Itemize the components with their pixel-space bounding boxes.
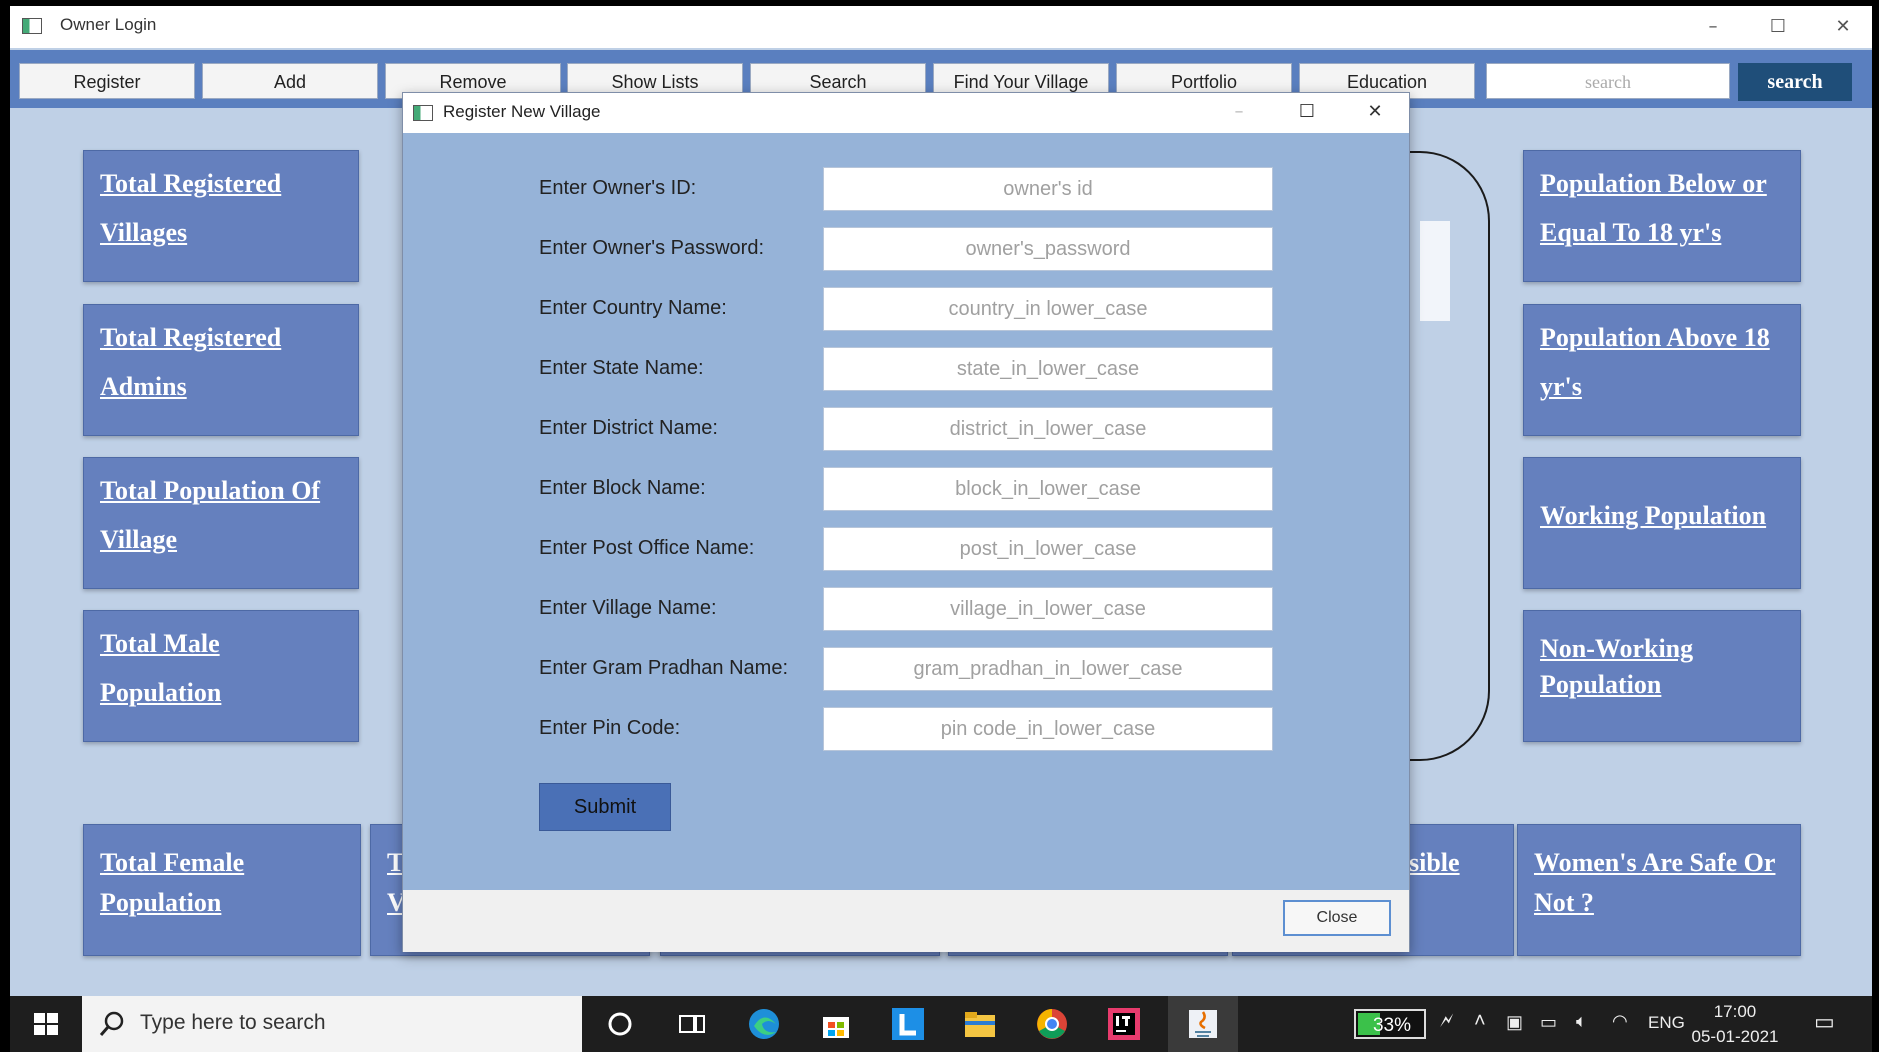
chevron-up-icon[interactable]: ˄ xyxy=(1474,1010,1486,1033)
dialog-maximize-icon[interactable]: ☐ xyxy=(1277,95,1337,129)
center-panel-box xyxy=(1420,221,1450,321)
taskbar-search-placeholder: Type here to search xyxy=(140,1011,326,1034)
pin-code-input[interactable]: pin code_in_lower_case xyxy=(823,707,1273,751)
owner-id-input[interactable]: owner's id xyxy=(823,167,1273,211)
card-label-line1: Total Population Of xyxy=(100,476,321,505)
close-icon[interactable]: ✕ xyxy=(1813,10,1872,44)
intellij-icon[interactable] xyxy=(1106,1006,1142,1042)
card-label-line1: Total Registered xyxy=(100,323,282,352)
card-total-female-population[interactable]: Total Female Population xyxy=(83,824,361,956)
card-population-below-18[interactable]: Population Below or Equal To 18 yr's xyxy=(1523,150,1801,282)
taskbar: Type here to search 33% 🗲 ˄ ▣ ▭ 🔈︎ ◠ ENG… xyxy=(10,996,1872,1052)
card-label-line2: Population xyxy=(100,678,222,707)
edge-icon[interactable] xyxy=(746,1006,782,1042)
dialog-footer: Close xyxy=(403,890,1409,952)
maximize-icon[interactable]: ☐ xyxy=(1748,10,1808,44)
card-total-male-population[interactable]: Total Male Population xyxy=(83,610,359,742)
district-name-input[interactable]: district_in_lower_case xyxy=(823,407,1273,451)
volume-icon[interactable]: 🔈︎ xyxy=(1576,1011,1587,1032)
power-plug-icon: 🗲 xyxy=(1440,1010,1454,1032)
card-label-line1: Population Above 18 xyxy=(1540,323,1770,352)
card-label-line2: Population xyxy=(100,888,222,917)
wifi-icon[interactable]: ◠ xyxy=(1612,1011,1628,1032)
dialog-app-icon xyxy=(413,105,433,121)
close-button[interactable]: Close xyxy=(1283,900,1391,936)
card-label-line1: Population Below or xyxy=(1540,169,1767,198)
block-name-label: Enter Block Name: xyxy=(539,477,706,499)
l-app-icon[interactable] xyxy=(890,1006,926,1042)
dialog-close-icon[interactable]: ✕ xyxy=(1345,95,1405,129)
owner-id-label: Enter Owner's ID: xyxy=(539,177,697,199)
card-label-line1: Total Male xyxy=(100,629,220,658)
battery-percent: 33% xyxy=(1372,1015,1412,1036)
card-non-working-population[interactable]: Non-Working Population xyxy=(1523,610,1801,742)
store-icon[interactable] xyxy=(818,1006,854,1042)
clock-time[interactable]: 17:00 xyxy=(1700,1002,1770,1022)
network-adapter-icon[interactable]: ▭ xyxy=(1540,1012,1557,1033)
search-icon xyxy=(99,1011,124,1036)
nav-register-button[interactable]: Register xyxy=(19,63,195,99)
card-label-line2: Villages xyxy=(100,218,188,247)
register-village-dialog: Register New Village – ☐ ✕ Enter Owner's… xyxy=(402,92,1410,952)
cortana-icon[interactable] xyxy=(602,1006,638,1042)
card-total-registered-admins[interactable]: Total Registered Admins xyxy=(83,304,359,436)
gram-pradhan-name-label: Enter Gram Pradhan Name: xyxy=(539,657,788,679)
country-name-input[interactable]: country_in lower_case xyxy=(823,287,1273,331)
state-name-label: Enter State Name: xyxy=(539,357,704,379)
card-label-line1: sible xyxy=(1409,848,1460,877)
post-office-name-label: Enter Post Office Name: xyxy=(539,537,755,559)
district-name-label: Enter District Name: xyxy=(539,417,718,439)
submit-button[interactable]: Submit xyxy=(539,783,671,831)
card-label-line1: Total Female xyxy=(100,848,245,877)
card-population-above-18[interactable]: Population Above 18 yr's xyxy=(1523,304,1801,436)
card-label-line2: Population xyxy=(1540,670,1662,699)
card-label-line2: Village xyxy=(100,525,178,554)
taskbar-active-app[interactable] xyxy=(1168,996,1238,1052)
language-indicator[interactable]: ENG xyxy=(1648,1013,1685,1033)
owner-password-input[interactable]: owner's_password xyxy=(823,227,1273,271)
block-name-input[interactable]: block_in_lower_case xyxy=(823,467,1273,511)
search-submit-button[interactable]: search xyxy=(1738,63,1852,101)
notification-icon[interactable]: ▭ xyxy=(1814,1009,1835,1035)
card-label-line1: Total Registered xyxy=(100,169,282,198)
app-icon xyxy=(22,18,42,34)
file-explorer-icon[interactable] xyxy=(962,1006,998,1042)
card-label-line2: Not ? xyxy=(1534,888,1594,917)
card-label-line2: yr's xyxy=(1540,372,1582,401)
card-label-line1: Non-Working xyxy=(1540,634,1694,663)
card-label-line1: Women's Are Safe Or xyxy=(1534,848,1776,877)
card-working-population[interactable]: Working Population xyxy=(1523,457,1801,589)
gram-pradhan-name-input[interactable]: gram_pradhan_in_lower_case xyxy=(823,647,1273,691)
country-name-label: Enter Country Name: xyxy=(539,297,727,319)
owner-password-label: Enter Owner's Password: xyxy=(539,237,765,259)
device-icon[interactable]: ▣ xyxy=(1506,1012,1523,1033)
dialog-title: Register New Village xyxy=(443,102,601,121)
card-total-registered-villages[interactable]: Total Registered Villages xyxy=(83,150,359,282)
windows-start-icon[interactable] xyxy=(34,1013,58,1035)
chrome-icon[interactable] xyxy=(1034,1006,1070,1042)
village-name-label: Enter Village Name: xyxy=(539,597,717,619)
card-womens-safety[interactable]: Women's Are Safe Or Not ? xyxy=(1517,824,1801,956)
window-title: Owner Login xyxy=(60,15,157,34)
dialog-titlebar: Register New Village – ☐ ✕ xyxy=(403,93,1409,133)
task-view-icon[interactable] xyxy=(674,1006,710,1042)
state-name-input[interactable]: state_in_lower_case xyxy=(823,347,1273,391)
village-name-input[interactable]: village_in_lower_case xyxy=(823,587,1273,631)
java-icon xyxy=(1189,1010,1217,1038)
card-label-line2: Admins xyxy=(100,372,187,401)
pin-code-label: Enter Pin Code: xyxy=(539,717,681,739)
nav-add-button[interactable]: Add xyxy=(202,63,378,99)
window-titlebar: Owner Login – ☐ ✕ xyxy=(10,6,1872,48)
post-office-name-input[interactable]: post_in_lower_case xyxy=(823,527,1273,571)
taskbar-search-box[interactable]: Type here to search xyxy=(82,996,582,1052)
card-total-population-of-village[interactable]: Total Population Of Village xyxy=(83,457,359,589)
clock-date[interactable]: 05-01-2021 xyxy=(1690,1027,1780,1047)
card-label-line1: Working Population xyxy=(1540,501,1767,530)
minimize-icon[interactable]: – xyxy=(1683,10,1743,44)
battery-indicator[interactable]: 33% xyxy=(1354,1009,1426,1039)
card-label-line2: Equal To 18 yr's xyxy=(1540,218,1722,247)
search-input[interactable]: search xyxy=(1486,63,1730,99)
dialog-minimize-icon[interactable]: – xyxy=(1209,95,1269,129)
